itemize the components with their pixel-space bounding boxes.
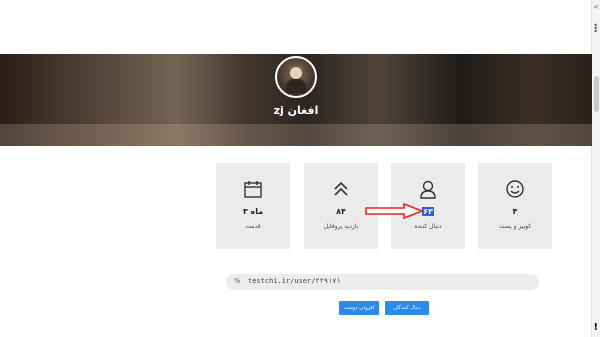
stat-label: قدمت — [245, 223, 261, 230]
profile-username: zj افغان — [273, 104, 319, 117]
profile-link-field[interactable]: % testchi.ir/user/۲۲۹۱۷۱ — [226, 274, 539, 290]
stat-value: ۳ ماه — [242, 207, 264, 216]
stat-value: ۴ — [512, 207, 518, 216]
chevrons-up-icon — [334, 181, 348, 196]
scrollbar[interactable]: < • • • ! — [591, 0, 600, 337]
profile-link-text[interactable]: testchi.ir/user/۲۲۹۱۷۱ — [248, 277, 341, 285]
scroll-down-icon[interactable]: ! — [593, 322, 598, 333]
user-icon — [420, 180, 436, 199]
avatar[interactable] — [275, 56, 317, 98]
followers-button[interactable]: دنبال کنندگان — [385, 301, 429, 315]
smiley-icon — [506, 180, 524, 198]
annotation-arrow-icon — [365, 203, 424, 219]
link-icon: % — [234, 277, 241, 285]
top-bar — [0, 0, 592, 52]
stat-label: بازدید پروفایل — [323, 223, 359, 230]
calendar-icon — [244, 181, 262, 198]
more-options-icon[interactable]: • • • — [593, 22, 598, 36]
stat-label: دنبال کننده — [414, 223, 442, 230]
add-friend-button[interactable]: افزودن دوست — [339, 301, 379, 315]
stat-card-quizzes-posts: ۴ کوییز و پست — [478, 163, 552, 249]
stat-card-membership: ۳ ماه قدمت — [216, 163, 290, 249]
scroll-up-icon[interactable]: < — [593, 3, 599, 11]
stat-label: کوییز و پست — [498, 223, 532, 230]
scrollbar-thumb[interactable] — [594, 76, 599, 112]
